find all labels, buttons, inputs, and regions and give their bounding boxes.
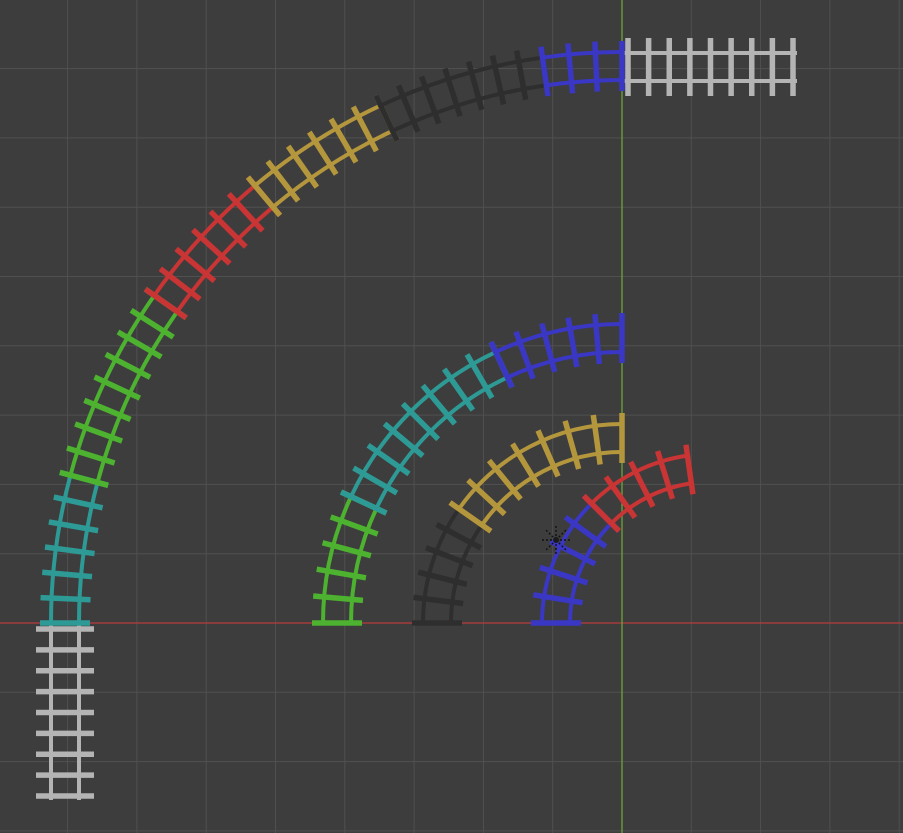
straight-track-top-right[interactable] — [622, 38, 797, 96]
track-tie — [538, 46, 551, 97]
viewport-canvas[interactable] — [0, 0, 903, 833]
object-origin[interactable] — [542, 526, 570, 554]
origin-dot — [553, 537, 559, 543]
track-tie — [532, 592, 584, 606]
track-tie — [316, 566, 367, 581]
track-rail — [546, 78, 623, 88]
origin-marker-icon[interactable] — [542, 526, 570, 554]
track-tie — [382, 421, 425, 458]
large-curve-segment-yellow[interactable] — [245, 94, 400, 218]
track-tie — [565, 317, 580, 368]
track-tie — [44, 544, 95, 557]
track-tie — [48, 519, 99, 534]
medium-curve-segment-blue[interactable] — [488, 313, 625, 389]
track-tie — [592, 41, 600, 92]
track-tie — [226, 192, 265, 233]
track-rail — [542, 50, 623, 60]
medium-curve-segment-teal[interactable] — [339, 340, 515, 516]
track-tie — [420, 383, 457, 426]
track-tie — [603, 475, 638, 520]
large-curve-segment-green[interactable] — [59, 286, 188, 488]
track-tie — [486, 458, 523, 501]
small-curve-segment-yellow[interactable] — [448, 413, 625, 534]
track-tie — [40, 594, 91, 603]
track-tie — [208, 209, 248, 249]
track-tie — [563, 514, 608, 549]
track-rail — [374, 375, 509, 510]
track-tie — [158, 266, 202, 302]
origin-ray — [545, 529, 554, 538]
track-tie — [592, 313, 603, 365]
track-tie — [312, 593, 364, 604]
track-tie — [441, 367, 476, 412]
track-tie — [466, 478, 507, 517]
track-tie — [448, 500, 493, 534]
track-tie — [581, 493, 622, 534]
track-tie — [413, 594, 464, 607]
track-tie — [41, 569, 93, 580]
track-tie — [143, 286, 188, 321]
track-tie — [285, 144, 320, 189]
track-objects[interactable] — [36, 38, 797, 800]
track-tie — [191, 227, 232, 266]
3d-viewport[interactable] — [0, 0, 903, 833]
track-rail — [494, 322, 623, 354]
track-tie — [513, 50, 529, 101]
straight-track-bottom-left[interactable] — [36, 623, 94, 800]
large-curve-segment-dark[interactable] — [373, 46, 551, 143]
medium-curve-segment-green[interactable] — [312, 489, 388, 626]
large-curve-segment-teal[interactable] — [40, 469, 109, 626]
track-tie — [265, 159, 301, 203]
track-rail — [321, 495, 353, 624]
track-tie — [366, 442, 411, 477]
track-tie — [683, 444, 696, 495]
large-curve-segment-red[interactable] — [143, 175, 283, 321]
track-tie — [590, 414, 603, 465]
track-tie — [565, 43, 576, 94]
origin-ray — [545, 542, 554, 551]
track-tie — [400, 401, 441, 442]
